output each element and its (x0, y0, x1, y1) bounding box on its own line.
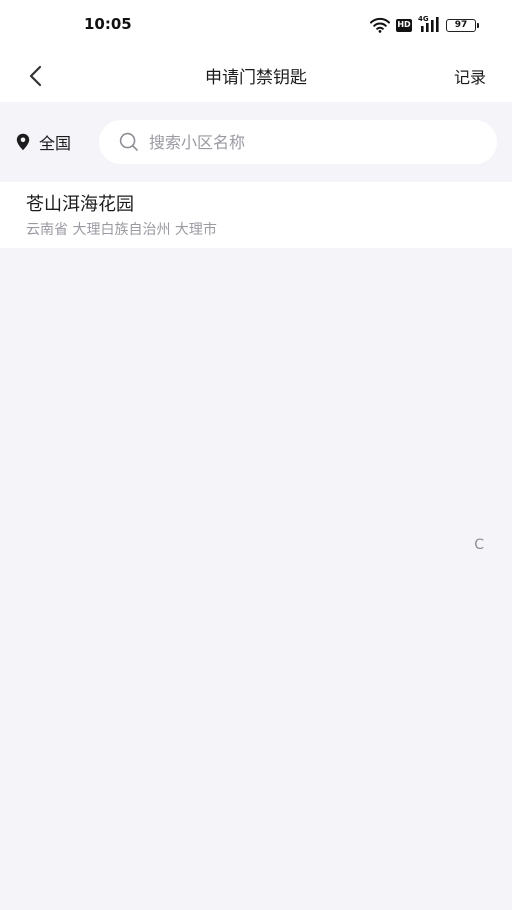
wifi-icon (370, 17, 390, 33)
community-list: 苍山洱海花园 云南省 大理白族自治州 大理市 (0, 182, 512, 248)
community-name: 苍山洱海花园 (26, 194, 134, 215)
hd-badge: HD (396, 18, 412, 32)
battery-level: 97 (454, 19, 468, 30)
community-address: 云南省 大理白族自治州 大理市 (26, 222, 217, 238)
records-button[interactable]: 记录 (454, 64, 486, 88)
cellular-signal-icon: 4G (418, 16, 440, 33)
list-item[interactable]: 苍山洱海花园 云南省 大理白族自治州 大理市 (0, 182, 512, 248)
search-box[interactable] (99, 120, 497, 164)
search-icon (119, 132, 138, 151)
battery-icon: 97 (446, 18, 479, 32)
status-bar: 10:05 HD 4G 97 (0, 0, 512, 50)
page-title: 申请门禁钥匙 (205, 68, 307, 88)
nav-bar: 申请门禁钥匙 记录 (0, 50, 512, 102)
status-icons: HD 4G 97 (370, 15, 479, 35)
search-input[interactable] (149, 132, 469, 152)
index-letter-c[interactable]: C (474, 537, 484, 553)
region-label: 全国 (39, 134, 72, 153)
status-time: 10:05 (84, 15, 132, 33)
region-selector[interactable]: 全国 (16, 130, 71, 154)
search-row: 全国 (0, 102, 512, 182)
location-pin-icon (16, 133, 30, 151)
screen: 10:05 HD 4G 97 申请门禁钥匙 记录 全国 搜索小区名称 苍山洱海花… (0, 0, 512, 910)
